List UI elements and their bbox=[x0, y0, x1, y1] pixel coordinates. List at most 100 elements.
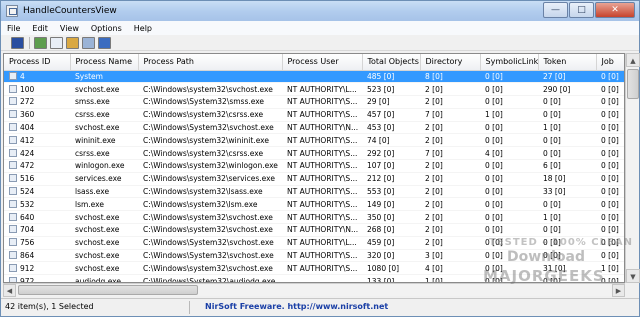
cell-text: 1 [0] bbox=[601, 263, 619, 273]
column-header[interactable]: Process User bbox=[282, 54, 363, 71]
table-row[interactable]: 972 audiodg.exe C:\Windows\System32\audiod… bbox=[4, 274, 624, 282]
column-header[interactable]: Process Name bbox=[70, 54, 139, 71]
table-row[interactable]: 532 lsm.exe C:\Windows\system32\lsm.exe NT … bbox=[4, 197, 624, 212]
table-row[interactable]: 640 svchost.exe C:\Windows\system32\svchos… bbox=[4, 210, 624, 225]
cell-text: C:\Windows\System32\svchost.exe bbox=[143, 238, 274, 248]
table-cell: 0 [0] bbox=[596, 82, 624, 97]
table-cell: 0 [0] bbox=[538, 95, 596, 109]
copy-icon[interactable] bbox=[50, 36, 63, 49]
cell-text: 292 [0] bbox=[367, 148, 395, 158]
column-header[interactable]: Token bbox=[538, 54, 597, 71]
cell-text: 2 [0] bbox=[425, 161, 443, 171]
table-cell: 0 [0] bbox=[596, 223, 624, 237]
nirsoft-link[interactable]: NirSoft Freeware. http://www.nirsoft.net bbox=[205, 302, 388, 311]
table-cell: lsass.exe bbox=[70, 185, 138, 199]
refresh-icon[interactable] bbox=[34, 36, 47, 49]
table-row[interactable]: 524 lsass.exe C:\Windows\system32\lsass.ex… bbox=[4, 185, 624, 199]
table-cell: 4 [0] bbox=[420, 261, 480, 276]
menu-view[interactable]: View bbox=[54, 24, 85, 33]
cell-text: svchost.exe bbox=[75, 123, 120, 133]
table-row[interactable]: 756 svchost.exe C:\Windows\System32\svchos… bbox=[4, 236, 624, 250]
column-header[interactable]: Total Objects bbox=[362, 54, 421, 71]
column-header[interactable]: Job bbox=[596, 54, 624, 71]
cell-text: C:\Windows\system32\svchost.exe bbox=[143, 263, 273, 273]
cell-text: 272 bbox=[20, 97, 35, 107]
table-row[interactable]: 360 csrss.exe C:\Windows\system32\csrss.ex… bbox=[4, 108, 624, 122]
column-header[interactable]: Directory bbox=[420, 54, 481, 71]
table-cell: NT AUTHORITY\S... bbox=[282, 95, 362, 109]
minimize-button[interactable]: — bbox=[543, 2, 568, 18]
properties-icon[interactable] bbox=[82, 36, 95, 49]
cell-text: 2 [0] bbox=[425, 84, 443, 94]
cell-text: C:\Windows\system32\svchost.exe bbox=[143, 212, 273, 222]
table-cell: 459 [0] bbox=[362, 236, 420, 250]
cell-text: lsm.exe bbox=[75, 199, 104, 209]
cell-text: NT AUTHORITY\S... bbox=[287, 97, 358, 107]
table-cell: csrss.exe bbox=[70, 108, 138, 122]
cell-text: 0 [0] bbox=[543, 225, 561, 235]
scroll-up-arrow[interactable]: ▲ bbox=[626, 53, 640, 67]
cell-text: NT AUTHORITY\S... bbox=[287, 263, 358, 273]
process-list[interactable]: Process ID Process Name Process Path Pro… bbox=[3, 53, 625, 283]
table-cell: 472 bbox=[4, 159, 70, 173]
process-icon bbox=[9, 199, 17, 208]
horizontal-scrollbar[interactable]: ◀ ▶ bbox=[3, 283, 625, 297]
process-icon bbox=[9, 187, 17, 196]
table-row[interactable]: 272 smss.exe C:\Windows\System32\smss.exe N… bbox=[4, 95, 624, 109]
table-row[interactable]: 864 svchost.exe C:\Windows\System32\svchos… bbox=[4, 249, 624, 263]
horizontal-scroll-thumb[interactable] bbox=[18, 285, 198, 295]
table-row[interactable]: 912 svchost.exe C:\Windows\system32\svchos… bbox=[4, 261, 624, 276]
cell-text: 4 [0] bbox=[485, 148, 503, 158]
menu-help[interactable]: Help bbox=[128, 24, 158, 33]
table-row[interactable]: 472 winlogon.exe C:\Windows\system32\winlo… bbox=[4, 159, 624, 173]
table-cell: 457 [0] bbox=[362, 108, 420, 122]
vertical-scrollbar[interactable]: ▲ ▼ bbox=[625, 53, 640, 283]
table-cell: NT AUTHORITY\S... bbox=[282, 172, 362, 186]
table-cell: smss.exe bbox=[70, 95, 138, 109]
process-icon bbox=[9, 97, 17, 106]
table-cell: 18 [0] bbox=[538, 172, 596, 186]
exit-icon[interactable] bbox=[98, 36, 111, 49]
scroll-down-arrow[interactable]: ▼ bbox=[626, 269, 640, 283]
menu-edit[interactable]: Edit bbox=[26, 24, 54, 33]
table-cell: 107 [0] bbox=[362, 159, 420, 173]
cell-text: C:\Windows\system32\winlogon.exe bbox=[143, 161, 278, 171]
column-header[interactable]: SymbolicLink bbox=[480, 54, 539, 71]
table-row[interactable]: 516 services.exe C:\Windows\system32\servi… bbox=[4, 172, 624, 186]
table-cell: 320 [0] bbox=[362, 249, 420, 263]
table-row[interactable]: 424 csrss.exe C:\Windows\system32\csrss.ex… bbox=[4, 146, 624, 161]
table-cell: 704 bbox=[4, 223, 70, 237]
table-cell: NT AUTHORITY\S... bbox=[282, 146, 362, 161]
table-cell bbox=[282, 70, 362, 84]
table-row[interactable]: 4 System 485 [0] 8 [0] 0 [0] 27 [0] 0 [0] bbox=[4, 70, 624, 84]
maximize-button[interactable]: □ bbox=[569, 2, 594, 18]
table-cell: 272 bbox=[4, 95, 70, 109]
table-row[interactable]: 412 wininit.exe C:\Windows\system32\winini… bbox=[4, 133, 624, 148]
scroll-left-arrow[interactable]: ◀ bbox=[3, 284, 16, 297]
table-row[interactable]: 704 svchost.exe C:\Windows\system32\svchos… bbox=[4, 223, 624, 237]
table-cell: 0 [0] bbox=[480, 249, 538, 263]
column-header[interactable]: Process Path bbox=[138, 54, 283, 71]
table-row[interactable]: 100 svchost.exe C:\Windows\system32\svchos… bbox=[4, 82, 624, 97]
table-row[interactable]: 404 svchost.exe C:\Windows\System32\svchos… bbox=[4, 121, 624, 135]
cell-text: 320 [0] bbox=[367, 251, 395, 261]
html-report-icon[interactable] bbox=[66, 36, 79, 49]
close-button[interactable]: ✕ bbox=[595, 2, 635, 18]
table-cell: C:\Windows\system32\wininit.exe bbox=[138, 133, 282, 148]
cell-text: NT AUTHORITY\S... bbox=[287, 148, 358, 158]
cell-text: C:\Windows\System32\svchost.exe bbox=[143, 251, 274, 261]
cell-text: 0 [0] bbox=[601, 97, 619, 107]
vertical-scroll-thumb[interactable] bbox=[627, 69, 639, 99]
scroll-right-arrow[interactable]: ▶ bbox=[612, 284, 625, 297]
table-cell: 0 [0] bbox=[596, 210, 624, 225]
table-cell: 0 [0] bbox=[480, 197, 538, 212]
title-bar[interactable]: HandleCountersView — □ ✕ bbox=[1, 1, 639, 21]
process-icon bbox=[9, 135, 17, 144]
column-header[interactable]: Process ID bbox=[4, 54, 71, 71]
table-cell: 350 [0] bbox=[362, 210, 420, 225]
table-cell: 0 [0] bbox=[538, 249, 596, 263]
cell-text: 2 [0] bbox=[425, 212, 443, 222]
save-icon[interactable] bbox=[11, 36, 24, 49]
menu-file[interactable]: File bbox=[1, 24, 26, 33]
menu-options[interactable]: Options bbox=[85, 24, 128, 33]
